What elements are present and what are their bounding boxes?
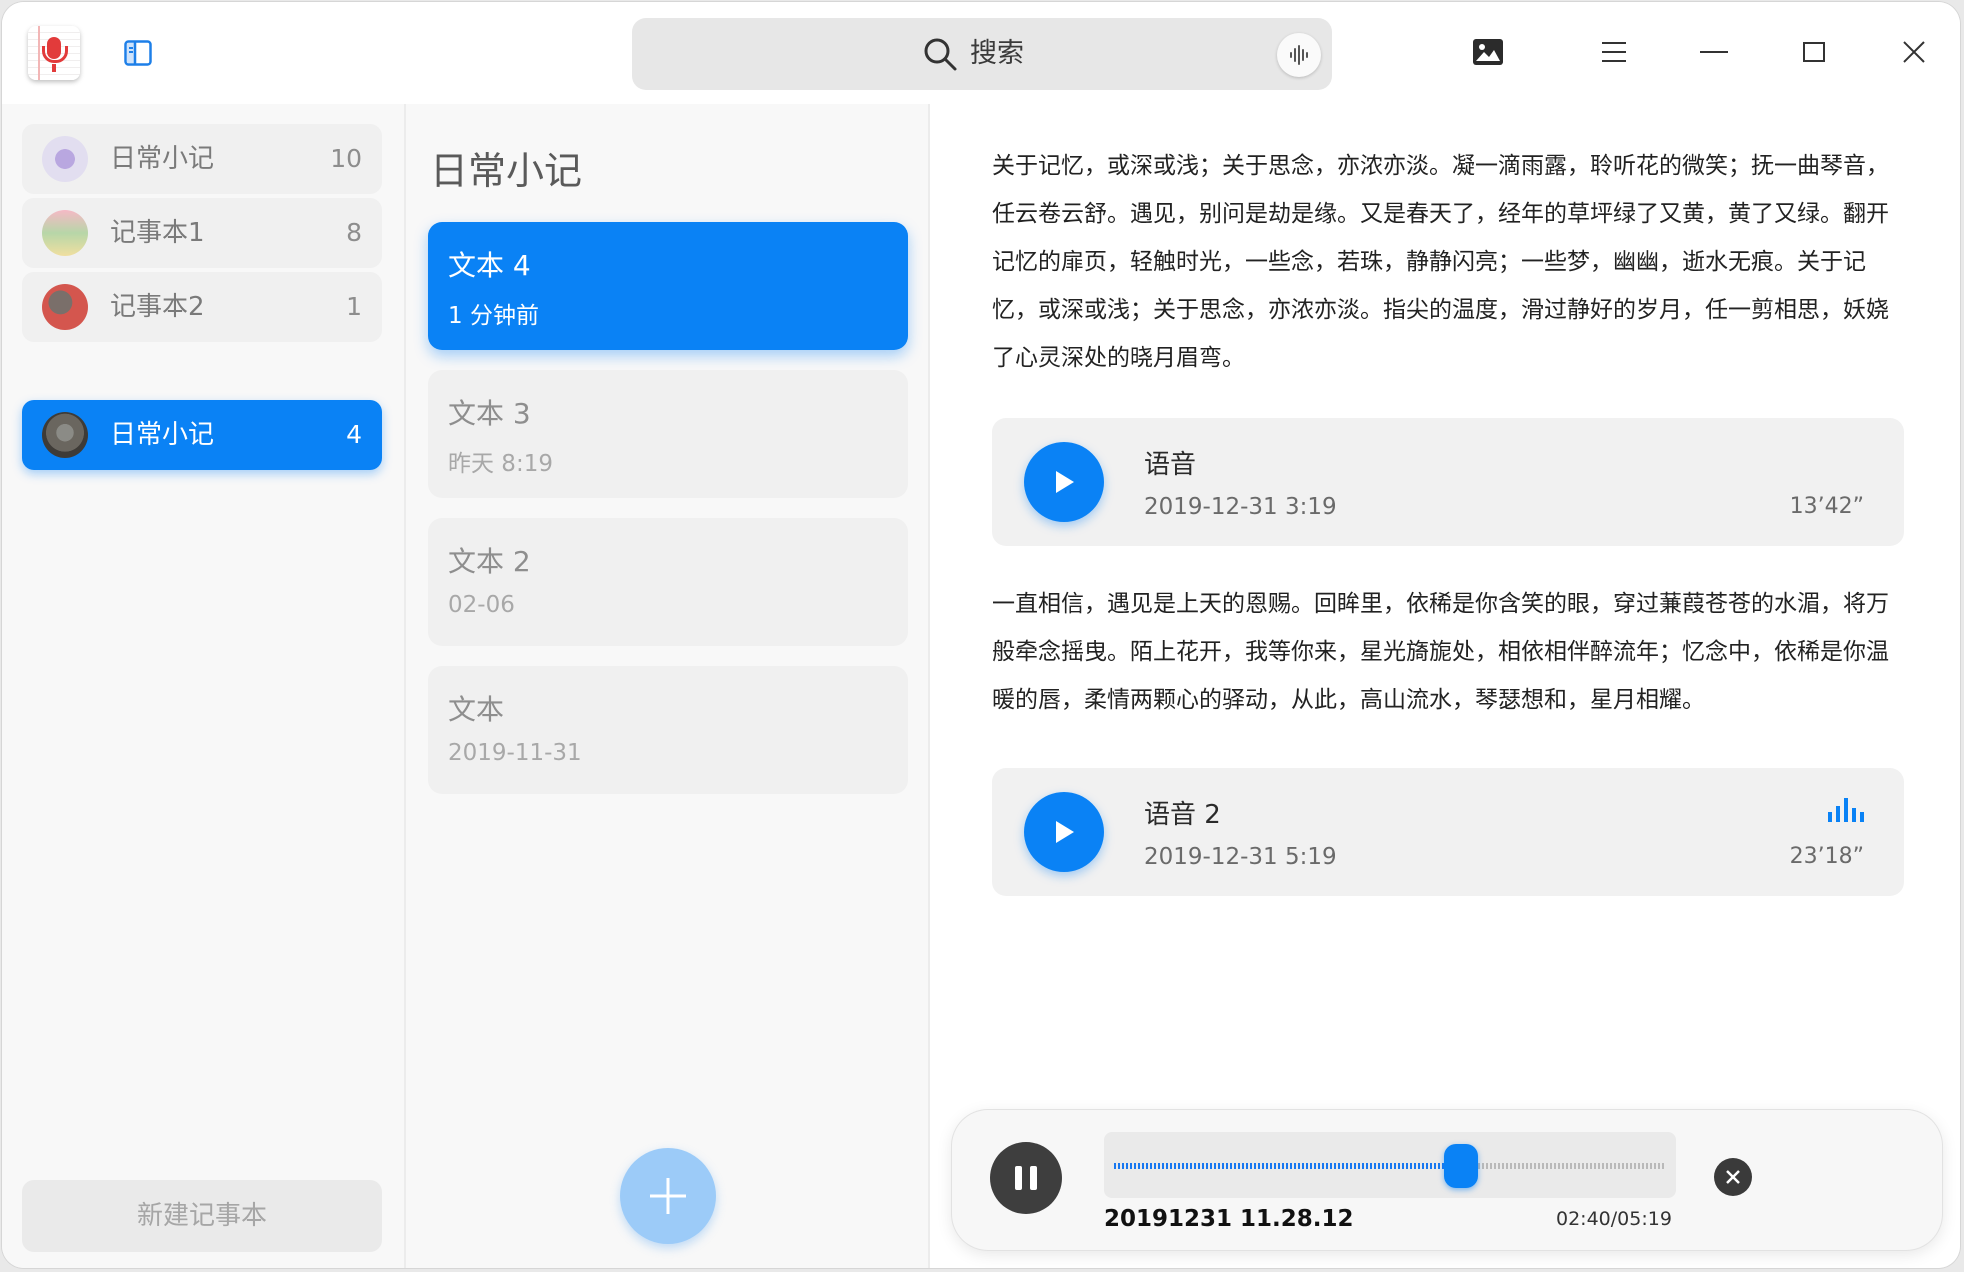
notebook-label: 记事本1 (110, 218, 205, 248)
close-player-button[interactable] (1714, 1158, 1752, 1196)
voice-input-icon (1290, 45, 1308, 65)
sidebar-item-notebook-active[interactable]: 日常小记 4 (22, 400, 382, 470)
note-title: 文本 2 (448, 545, 531, 578)
note-item[interactable]: 文本 2019-11-31 (428, 666, 908, 794)
notebook-sidebar: 日常小记 10 记事本1 8 记事本2 1 日常小记 4 新建记事本 (2, 104, 404, 1268)
play-button[interactable] (1024, 442, 1104, 522)
close-button[interactable] (1894, 32, 1934, 72)
notebook-count: 8 (346, 218, 362, 247)
voice-clip-length: 23’18” (1789, 844, 1864, 869)
audio-wave-icon (1828, 798, 1864, 822)
notebook-count: 10 (330, 144, 362, 173)
notebook-avatar (42, 210, 88, 256)
menu-button[interactable] (1594, 32, 1634, 72)
voice-clip-length: 13’42” (1789, 494, 1864, 519)
new-notebook-button[interactable]: 新建记事本 (22, 1180, 382, 1252)
note-date: 02-06 (448, 592, 515, 618)
app-voice-notes-icon (28, 26, 80, 80)
voice-clip-title: 语音 2 (1144, 800, 1221, 830)
notebook-count: 1 (346, 292, 362, 321)
search-icon (924, 38, 957, 71)
sidebar-toggle-icon[interactable] (124, 40, 152, 66)
notebook-count: 4 (346, 420, 362, 449)
image-button[interactable] (1468, 32, 1508, 72)
notebook-avatar (42, 136, 88, 182)
plus-icon (650, 1178, 686, 1214)
recording-name: 20191231 11.28.12 (1104, 1206, 1354, 1232)
maximize-button[interactable] (1794, 32, 1834, 72)
play-icon (1056, 821, 1074, 843)
minimize-icon (1700, 51, 1728, 53)
note-item[interactable]: 文本 2 02-06 (428, 518, 908, 646)
notes-list-title: 日常小记 (430, 149, 583, 193)
pause-button[interactable] (990, 1142, 1062, 1214)
notebook-avatar (42, 284, 88, 330)
progress-remaining (1462, 1163, 1666, 1169)
close-icon (1903, 41, 1925, 63)
note-item[interactable]: 文本 3 昨天 8:19 (428, 370, 908, 498)
note-date: 昨天 8:19 (448, 451, 553, 477)
progress-handle[interactable] (1444, 1144, 1478, 1188)
sidebar-item-notebook[interactable]: 日常小记 10 (22, 124, 382, 194)
sidebar-item-notebook[interactable]: 记事本1 8 (22, 198, 382, 268)
note-date: 1 分钟前 (448, 303, 539, 329)
pause-icon (1015, 1166, 1037, 1190)
app-window: 搜索 日常小记 10 记事本1 8 记事本2 1 日常小记 4 新建记事本 日常… (2, 2, 1960, 1268)
note-date: 2019-11-31 (448, 740, 582, 766)
add-note-button[interactable] (620, 1148, 716, 1244)
voice-clip-card[interactable]: 语音 2019-12-31 3:19 13’42” (992, 418, 1904, 546)
voice-clip-card-playing[interactable]: 语音 2 2019-12-31 5:19 23’18” (992, 768, 1904, 896)
note-paragraph[interactable]: 关于记忆，或深或浅；关于思念，亦浓亦淡。凝一滴雨露，聆听花的微笑；抚一曲琴音，任… (992, 142, 1910, 382)
notebook-label: 日常小记 (110, 420, 215, 450)
close-icon (1726, 1170, 1740, 1184)
note-paragraph[interactable]: 一直相信，遇见是上天的恩赐。回眸里，依稀是你含笑的眼，穿过蒹葭苍苍的水湄，将万般… (992, 580, 1910, 724)
minimize-button[interactable] (1694, 32, 1734, 72)
note-content-panel[interactable]: 关于记忆，或深或浅；关于思念，亦浓亦淡。凝一滴雨露，聆听花的微笑；抚一曲琴音，任… (930, 104, 1960, 1268)
audio-player-bar: 20191231 11.28.12 02:40/05:19 (952, 1110, 1942, 1250)
notebook-avatar (42, 412, 88, 458)
sidebar-item-notebook[interactable]: 记事本2 1 (22, 272, 382, 342)
note-title: 文本 (448, 693, 505, 726)
playback-time: 02:40/05:19 (1556, 1208, 1672, 1230)
search-input[interactable]: 搜索 (632, 18, 1332, 90)
menu-icon (1602, 42, 1626, 62)
note-title: 文本 4 (448, 249, 531, 282)
search-placeholder: 搜索 (970, 38, 1024, 69)
voice-clip-date: 2019-12-31 5:19 (1144, 844, 1337, 870)
progress-played (1114, 1163, 1462, 1169)
play-button[interactable] (1024, 792, 1104, 872)
note-item-active[interactable]: 文本 4 1 分钟前 (428, 222, 908, 350)
notebook-label: 记事本2 (110, 292, 205, 322)
playback-progress-slider[interactable] (1104, 1132, 1676, 1198)
notes-list-panel: 日常小记 文本 4 1 分钟前 文本 3 昨天 8:19 文本 2 02-06 … (406, 104, 928, 1268)
voice-clip-date: 2019-12-31 3:19 (1144, 494, 1337, 520)
image-icon (1473, 39, 1503, 65)
maximize-icon (1803, 42, 1825, 62)
title-bar: 搜索 (2, 2, 1960, 104)
play-icon (1056, 471, 1074, 493)
note-title: 文本 3 (448, 397, 531, 430)
notebook-label: 日常小记 (110, 144, 215, 174)
voice-clip-title: 语音 (1144, 450, 1197, 480)
voice-input-button[interactable] (1277, 33, 1321, 77)
